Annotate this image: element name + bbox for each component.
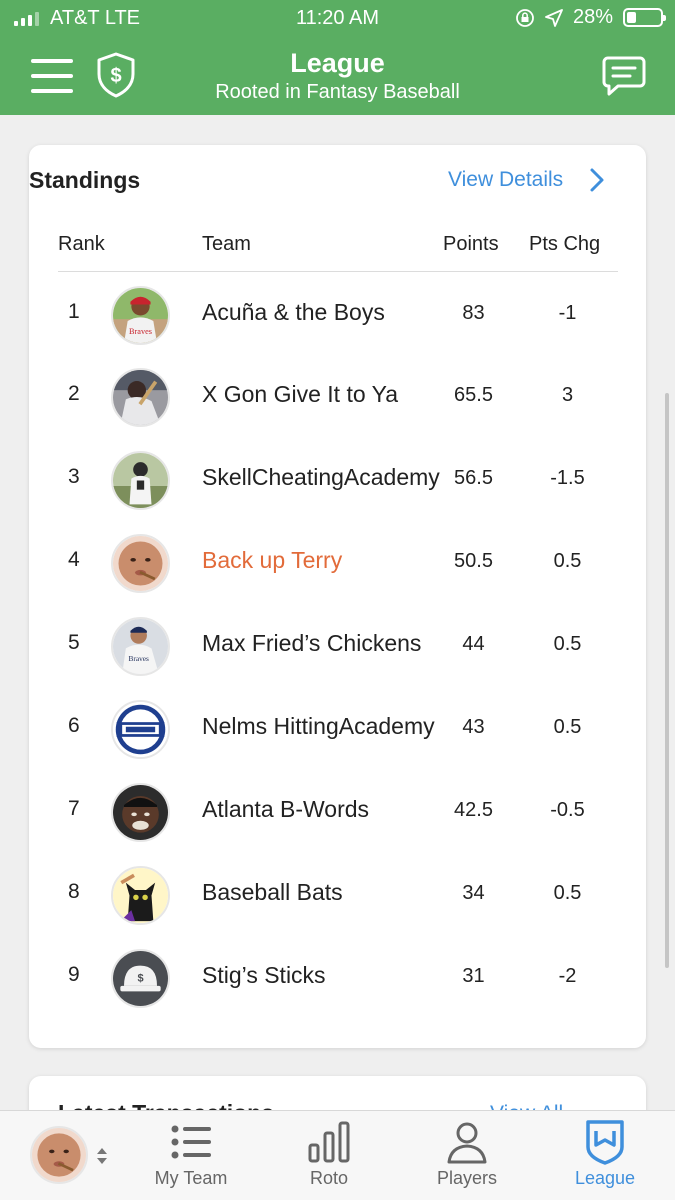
tab-label: My Team [154, 1168, 228, 1188]
header-divider [58, 271, 618, 272]
team-avatar: $ [111, 949, 170, 1008]
rank-cell: 7 [68, 797, 80, 820]
team-avatar [111, 368, 170, 427]
battery-icon [623, 8, 666, 27]
rank-cell: 2 [68, 382, 80, 405]
pts-change-cell: 0.5 [553, 550, 582, 572]
team-name: Acuña & the Boys [202, 299, 385, 325]
team-name: Nelms HittingAcademy [202, 713, 435, 739]
standings-title: Standings [29, 167, 141, 193]
pts-change-cell: 3 [561, 384, 574, 406]
chevron-right-icon[interactable] [588, 167, 606, 193]
team-name: X Gon Give It to Ya [202, 381, 399, 407]
team-name: Back up Terry [202, 547, 343, 573]
points-cell: 56.5 [454, 467, 493, 489]
team-name: Stig’s Sticks [202, 962, 326, 988]
rank-cell: 1 [68, 300, 80, 323]
team-avatar: Braves [111, 617, 170, 676]
standings-row[interactable]: 5 Braves Max Fried’s Chickens 44 0.5 [29, 605, 646, 688]
standings-row[interactable]: 1 Braves Acuña & the Boys 83 -1 [29, 274, 646, 357]
status-bar: AT&T LTE 11:20 AM 28% [0, 0, 675, 40]
view-details-link[interactable]: View Details [448, 168, 563, 192]
chat-bubble-icon[interactable] [602, 55, 646, 97]
app-header: AT&T LTE 11:20 AM 28% $ League Rooted in… [0, 0, 675, 115]
standings-row[interactable]: 3 SkellCheatingAcademy 56.5 -1.5 [29, 439, 646, 522]
team-avatar [111, 700, 170, 759]
rank-cell: 3 [68, 465, 80, 488]
pts-change-cell: 0.5 [553, 882, 582, 904]
team-switcher-avatar[interactable] [30, 1126, 88, 1184]
rank-cell: 9 [68, 963, 80, 986]
column-header-points: Points [443, 233, 499, 255]
battery-percent: 28% [572, 6, 613, 28]
svg-text:Braves: Braves [128, 654, 148, 663]
pts-change-cell: -1.5 [550, 467, 585, 489]
pts-change-cell: -2 [558, 965, 577, 987]
team-name: Baseball Bats [202, 879, 343, 905]
column-header-team: Team [202, 233, 251, 255]
league-name: Rooted in Fantasy Baseball [215, 81, 460, 103]
standings-row-my-team[interactable]: 4 Back up Terry 50.5 0.5 [29, 522, 646, 605]
standings-row[interactable]: 9 $ Stig’s Sticks 31 -2 [29, 937, 646, 1020]
rank-cell: 8 [68, 880, 80, 903]
tab-league[interactable]: League [545, 1111, 665, 1200]
pts-change-cell: -1 [558, 302, 577, 324]
points-cell: 43 [462, 716, 485, 738]
points-cell: 50.5 [454, 550, 493, 572]
bar-chart-icon [308, 1121, 350, 1163]
tab-label: Players [436, 1168, 498, 1188]
rank-cell: 5 [68, 631, 80, 654]
team-name: SkellCheatingAcademy [202, 464, 440, 490]
page-title: League [290, 48, 385, 78]
bottom-tab-bar: My Team Roto Players League [0, 1110, 675, 1200]
list-icon [171, 1125, 211, 1159]
header-title-block: League Rooted in Fantasy Baseball [0, 47, 675, 105]
team-name: Max Fried’s Chickens [202, 630, 422, 656]
rank-cell: 6 [68, 714, 80, 737]
points-cell: 44 [462, 633, 485, 655]
pts-change-cell: -0.5 [550, 799, 585, 821]
tab-label: League [574, 1168, 636, 1188]
column-header-rank: Rank [58, 233, 105, 255]
team-avatar [111, 783, 170, 842]
person-icon [447, 1122, 487, 1164]
team-avatar: Braves [111, 286, 170, 345]
pts-change-cell: 0.5 [553, 716, 582, 738]
standings-row[interactable]: 2 X Gon Give It to Ya 65.5 3 [29, 356, 646, 439]
team-avatar [111, 866, 170, 925]
page-scrollbar[interactable] [665, 393, 669, 968]
team-avatar [111, 534, 170, 593]
standings-row[interactable]: 7 Atlanta B-Words 42.5 -0.5 [29, 771, 646, 854]
points-cell: 83 [462, 302, 485, 324]
tab-label: Roto [309, 1168, 349, 1188]
tab-roto[interactable]: Roto [269, 1111, 389, 1200]
points-cell: 31 [462, 965, 485, 987]
location-arrow-icon [545, 8, 563, 27]
points-cell: 65.5 [454, 384, 493, 406]
standings-row[interactable]: 8 Baseball Bats 34 0.5 [29, 854, 646, 937]
league-shield-icon [586, 1120, 624, 1165]
rotation-lock-icon [516, 8, 534, 27]
pts-change-cell: 0.5 [553, 633, 582, 655]
points-cell: 42.5 [454, 799, 493, 821]
tab-players[interactable]: Players [407, 1111, 527, 1200]
svg-text:$: $ [137, 972, 143, 984]
standings-row[interactable]: 6 Nelms HittingAcademy 43 0.5 [29, 688, 646, 771]
team-name: Atlanta B-Words [202, 796, 370, 822]
tab-my-team[interactable]: My Team [131, 1111, 251, 1200]
svg-text:Braves: Braves [129, 327, 152, 336]
team-avatar [111, 451, 170, 510]
points-cell: 34 [462, 882, 485, 904]
battery-level-fill [627, 12, 636, 23]
team-switcher-arrows-icon[interactable] [94, 1145, 110, 1167]
rank-cell: 4 [68, 548, 80, 571]
column-header-pts-chg: Pts Chg [529, 233, 601, 255]
